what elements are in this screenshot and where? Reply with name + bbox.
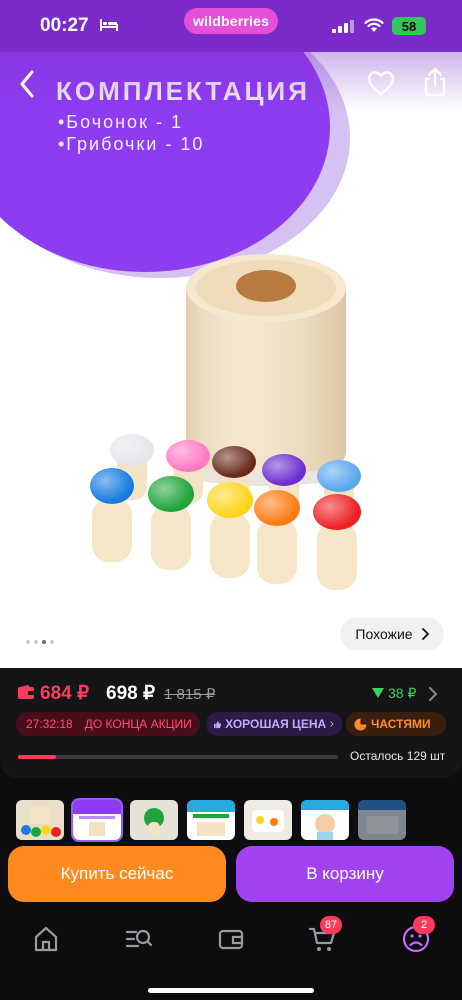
status-bar: 00:27 wildberries 58 [0, 0, 462, 52]
current-price: 698 ₽ [106, 683, 156, 704]
product-photo [90, 254, 361, 590]
pie-chart-icon [354, 718, 367, 730]
thumbnail-strip[interactable] [16, 798, 406, 842]
mushroom-red [313, 494, 361, 590]
share-icon[interactable] [420, 66, 450, 98]
cart-tab[interactable]: 87 [308, 916, 342, 954]
bed-icon [100, 19, 118, 31]
good-price-badge[interactable]: ХОРОШАЯ ЦЕНА [206, 712, 342, 736]
thumbnail-image[interactable] [358, 800, 406, 840]
wifi-icon [364, 18, 384, 32]
add-to-cart-button[interactable]: В корзину [236, 846, 454, 902]
thumbs-up-icon [214, 720, 222, 728]
chevron-right-icon [421, 628, 429, 640]
battery-level: 58 [401, 18, 417, 34]
pagination-dot [50, 640, 54, 644]
old-price: 1 815 ₽ [164, 686, 216, 703]
good-price-label: ХОРОШАЯ ЦЕНА [225, 717, 327, 731]
stock-remaining: Осталось 129 шт [350, 749, 446, 763]
cart-count-badge: 87 [320, 916, 342, 934]
pagination-dot [26, 640, 30, 644]
bottom-tab-bar: 87 2 [0, 910, 462, 1000]
similar-products-button[interactable]: Похожие [340, 618, 444, 650]
installments-label: ЧАСТЯМИ [371, 717, 431, 731]
pagination-dot [42, 640, 46, 644]
status-time: 00:27 [40, 15, 89, 36]
home-icon[interactable] [31, 924, 61, 954]
mushroom-yellow [207, 482, 253, 578]
wallet-tab-icon[interactable] [216, 924, 246, 954]
thumbnail-image[interactable] [187, 800, 235, 840]
profile-tab[interactable]: 2 [401, 916, 435, 954]
mushroom-green [148, 476, 194, 570]
mushroom-orange [254, 490, 300, 584]
mushroom-blue [90, 468, 134, 562]
product-image-gallery[interactable]: КОМПЛЕКТАЦИЯ •Бочонок - 1 •Грибочки - 10 [0, 52, 462, 668]
thumbnail-image[interactable] [130, 800, 178, 840]
stock-progress-bar [18, 755, 338, 759]
image-pagination-dots [26, 640, 54, 644]
bonus-down-icon [372, 688, 384, 698]
battery-indicator: 58 [392, 17, 426, 35]
home-indicator [148, 988, 314, 993]
stock-progress-fill [18, 755, 57, 759]
chevron-right-icon[interactable] [428, 686, 438, 702]
thumbnail-image[interactable] [244, 800, 292, 840]
profile-count-badge: 2 [413, 916, 435, 934]
buy-now-button[interactable]: Купить сейчас [8, 846, 226, 902]
promo-timer-label: ДО КОНЦА АКЦИИ [84, 717, 192, 731]
promo-timer-badge[interactable]: 27:32:18 ДО КОНЦА АКЦИИ [16, 712, 200, 736]
brand-logo[interactable]: wildberries [184, 8, 278, 34]
wallet-price[interactable]: 684 ₽ [40, 682, 89, 705]
thumbnail-image[interactable] [301, 800, 349, 840]
catalog-search-icon[interactable] [124, 924, 154, 954]
pagination-dot [34, 640, 38, 644]
back-arrow-icon[interactable] [14, 68, 42, 100]
wallet-icon [18, 685, 34, 699]
installments-badge[interactable]: ЧАСТЯМИ [346, 712, 446, 736]
thumbnail-image[interactable] [71, 798, 123, 842]
bonus-amount[interactable]: 38 ₽ [388, 685, 416, 702]
similar-label: Похожие [355, 626, 413, 642]
heart-icon[interactable] [366, 68, 396, 98]
signal-icon [332, 20, 354, 33]
price-panel: 684 ₽ 698 ₽ 1 815 ₽ 38 ₽ 27:32:18 ДО КОН… [0, 668, 462, 778]
thumbnail-image[interactable] [16, 800, 64, 840]
promo-timer: 27:32:18 [26, 717, 73, 731]
chevron-right-icon [330, 721, 334, 727]
